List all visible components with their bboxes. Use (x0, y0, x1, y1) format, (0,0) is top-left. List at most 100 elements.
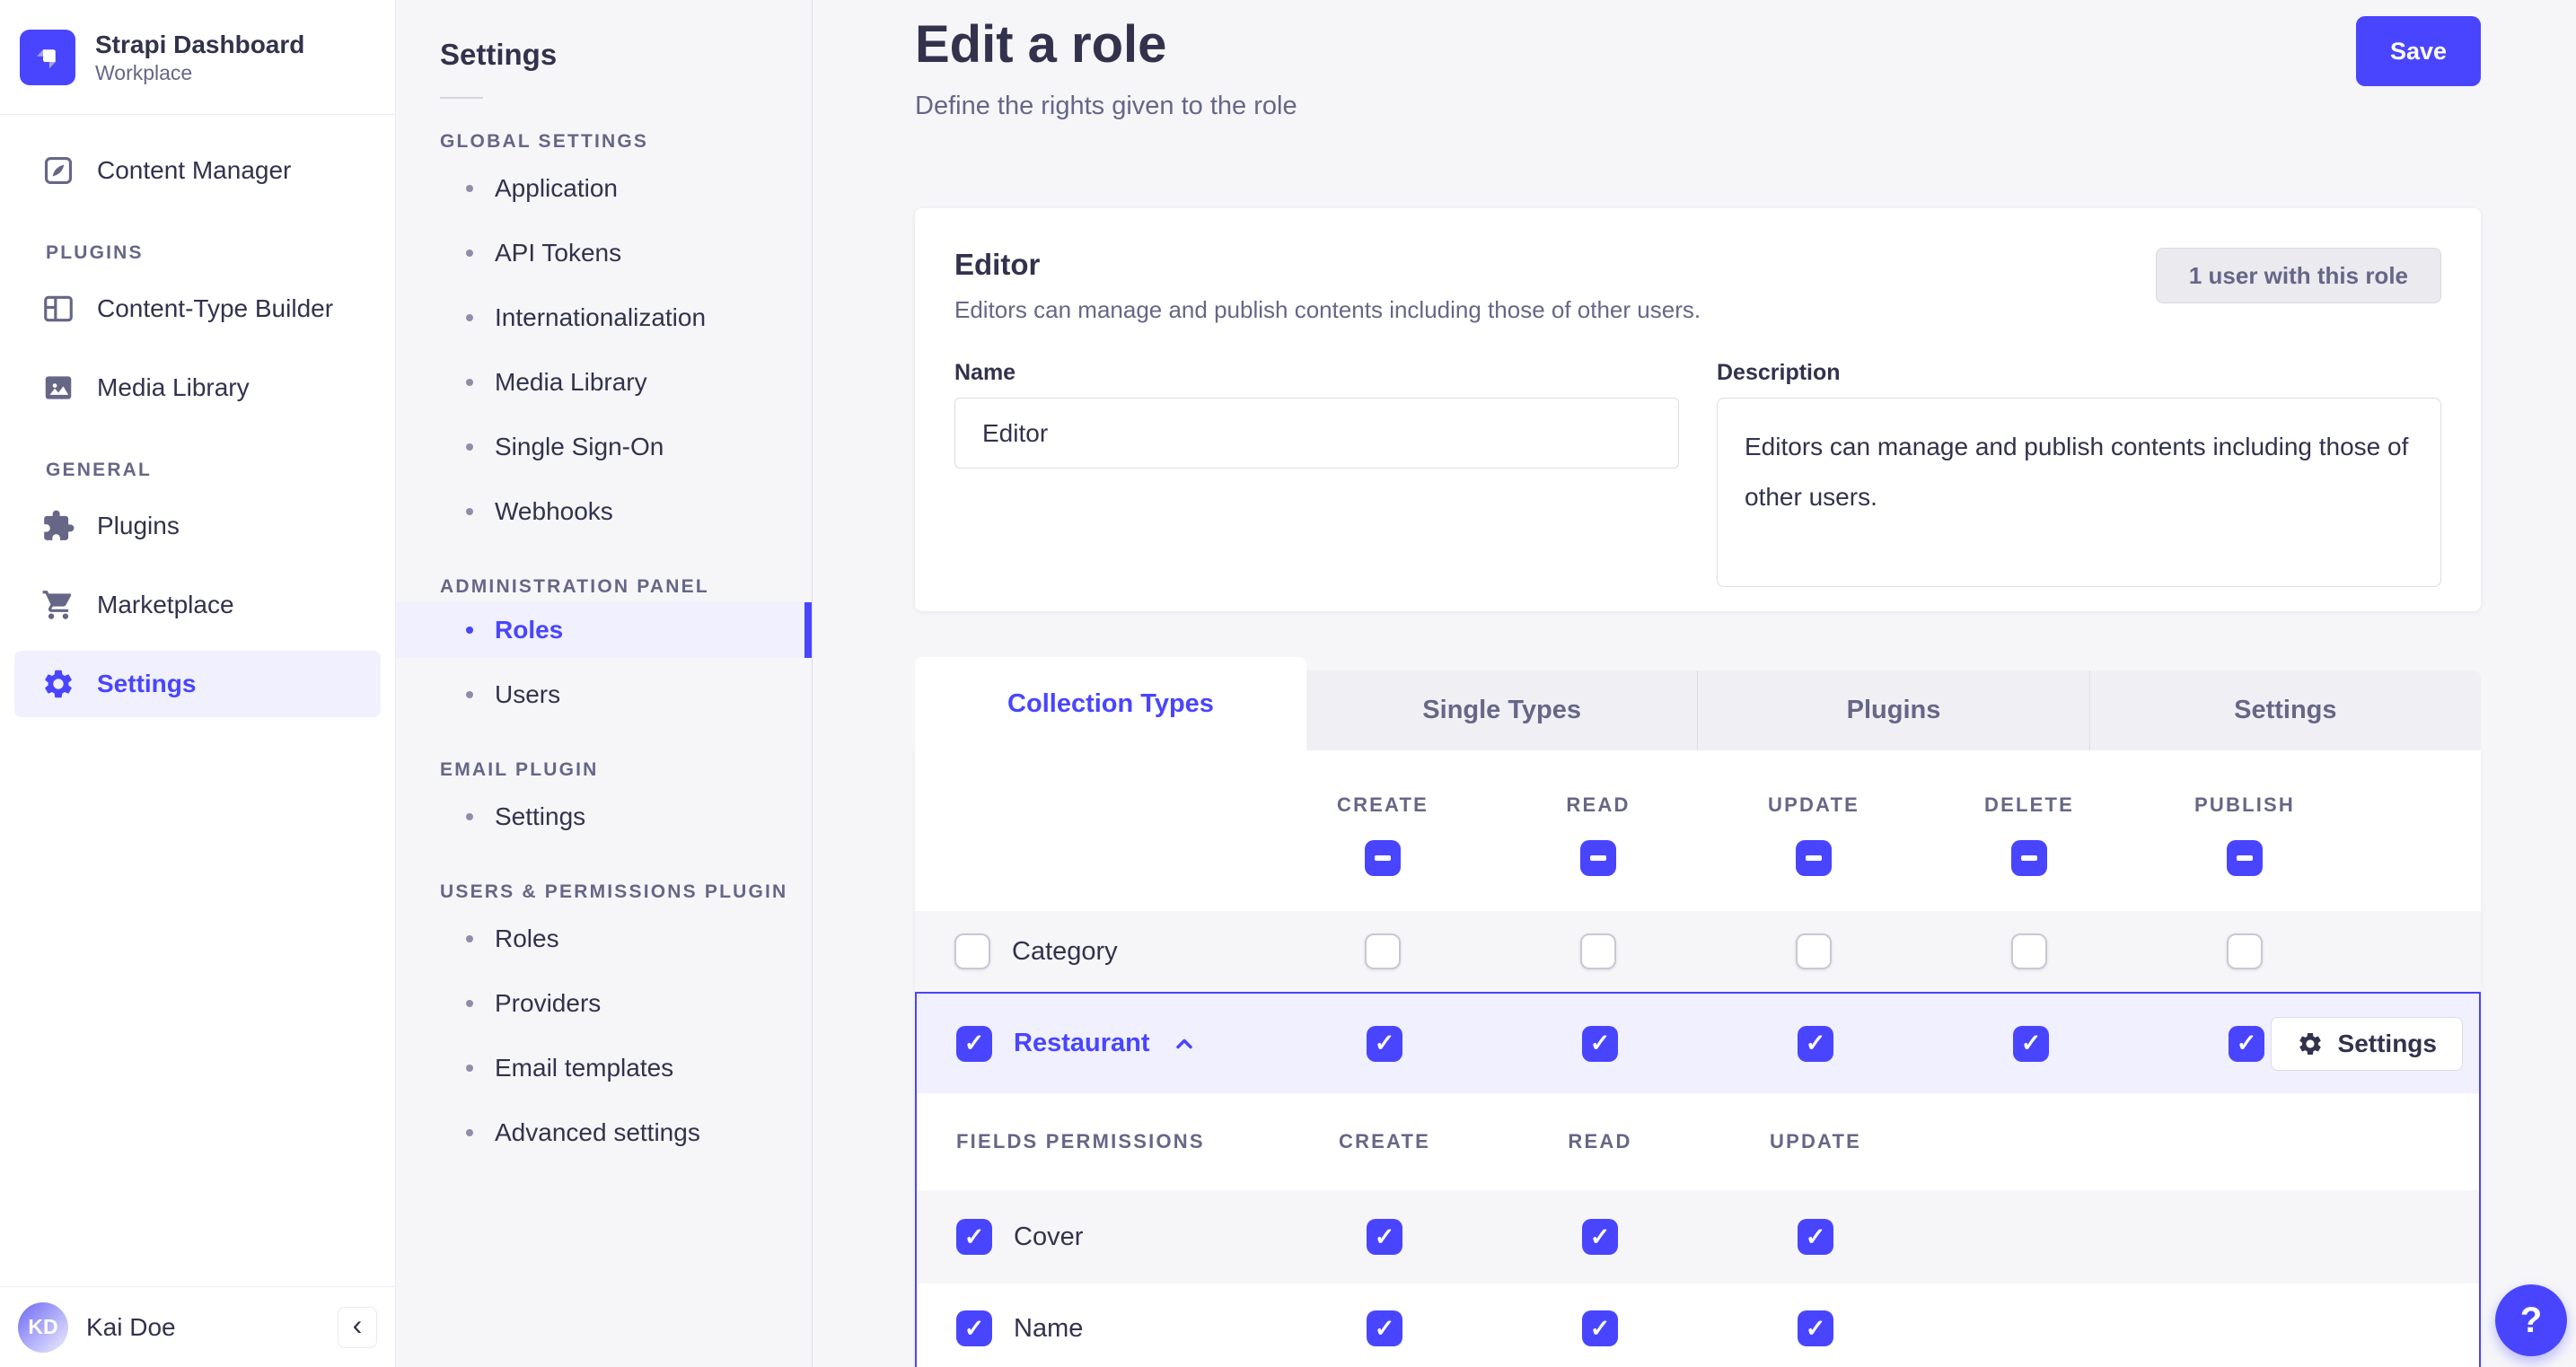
description-field-group: Description Editors can manage and publi… (1717, 360, 2441, 591)
sidebar-item-label: Marketplace (97, 591, 234, 618)
category-create-checkbox[interactable] (1365, 933, 1401, 969)
column-publish: PUBLISH (2137, 786, 2352, 876)
subnav-item-email-settings[interactable]: Settings (396, 784, 812, 849)
cell-create (1277, 1310, 1492, 1346)
image-icon (45, 376, 72, 399)
cover-update-checkbox[interactable] (1798, 1219, 1833, 1255)
name-create-checkbox[interactable] (1367, 1310, 1402, 1346)
subnav-item-email-templates[interactable]: Email templates (396, 1036, 812, 1100)
subnav-item-providers[interactable]: Providers (396, 971, 812, 1036)
tab-collection-types[interactable]: Collection Types (915, 657, 1306, 750)
subnav-item-single-sign-on[interactable]: Single Sign-On (396, 415, 812, 479)
chevron-up-icon[interactable] (1172, 1031, 1197, 1056)
sidebar-item-settings[interactable]: Settings (14, 651, 381, 717)
restaurant-create-checkbox[interactable] (1367, 1025, 1402, 1062)
category-row-checkbox[interactable] (954, 933, 990, 969)
subnav-item-label: Single Sign-On (495, 433, 664, 460)
tab-plugins[interactable]: Plugins (1697, 670, 2088, 750)
subnav-item-up-roles[interactable]: Roles (396, 907, 812, 971)
page-title: Edit a role (915, 15, 1167, 74)
subnav-item-webhooks[interactable]: Webhooks (396, 479, 812, 544)
row-label-cell: Category (915, 933, 1275, 969)
subnav-item-api-tokens[interactable]: API Tokens (396, 221, 812, 285)
nav-row: Content Manager (0, 131, 395, 210)
bullet-icon (466, 185, 473, 192)
subnav-section-users-permissions-plugin: USERS & PERMISSIONS PLUGIN (440, 881, 788, 902)
category-delete-checkbox[interactable] (2011, 933, 2047, 969)
user-name: Kai Doe (86, 1312, 176, 1341)
select-all-create-checkbox[interactable] (1365, 839, 1401, 876)
select-all-publish-checkbox[interactable] (2227, 839, 2263, 876)
column-delete: DELETE (1921, 786, 2137, 876)
category-publish-checkbox[interactable] (2227, 933, 2263, 969)
column-update: UPDATE (1706, 786, 1921, 876)
table-row-restaurant: Restaurant Settings (917, 994, 2479, 1093)
select-all-update-checkbox[interactable] (1796, 839, 1832, 876)
sidebar-item-media-library[interactable]: Media Library (14, 355, 381, 421)
subnav-item-advanced-settings[interactable]: Advanced settings (396, 1100, 812, 1165)
restaurant-delete-checkbox[interactable] (2013, 1025, 2049, 1062)
name-read-checkbox[interactable] (1582, 1310, 1618, 1346)
nav-row: Settings (0, 644, 395, 723)
page-header: Edit a role Define the rights given to t… (915, 0, 2481, 121)
help-button[interactable]: ? (2495, 1284, 2567, 1356)
restaurant-publish-checkbox[interactable] (2229, 1025, 2264, 1062)
sidebar-item-content-manager[interactable]: Content Manager (14, 137, 381, 204)
cover-create-checkbox[interactable] (1367, 1219, 1402, 1255)
role-description-textarea[interactable]: Editors can manage and publish contents … (1717, 398, 2441, 587)
cell-update (1706, 933, 1921, 969)
subnav-item-label: Email templates (495, 1054, 674, 1082)
role-title: Editor (954, 248, 1041, 281)
bullet-icon (466, 1129, 473, 1136)
subnav-item-internationalization[interactable]: Internationalization (396, 285, 812, 350)
fields-permissions-label: FIELDS PERMISSIONS (956, 1130, 1205, 1152)
gear-icon (45, 670, 72, 698)
subnav-item-media-library[interactable]: Media Library (396, 350, 812, 415)
restaurant-read-checkbox[interactable] (1582, 1025, 1618, 1062)
role-description: Editors can manage and publish contents … (954, 296, 1701, 323)
column-create: CREATE (1275, 786, 1490, 876)
restaurant-row-checkbox[interactable] (956, 1025, 992, 1062)
role-name-input[interactable] (954, 398, 1679, 469)
table-row-name: Name (917, 1284, 2479, 1367)
column-label: READ (1566, 793, 1631, 816)
users-with-role-button[interactable]: 1 user with this role (2155, 248, 2441, 303)
subnav-title: Settings (440, 38, 558, 71)
permissions-table: CREATE READ UPDATE DELETE PUBLISH Catego… (915, 750, 2481, 1367)
select-all-delete-checkbox[interactable] (2011, 839, 2047, 876)
divider (440, 97, 483, 99)
tab-single-types[interactable]: Single Types (1306, 670, 1697, 750)
select-all-read-checkbox[interactable] (1580, 839, 1616, 876)
cell-create (1277, 1025, 1492, 1062)
subnav-item-roles-admin[interactable]: Roles (396, 602, 812, 658)
column-read: READ (1490, 786, 1706, 876)
column-label: CREATE (1336, 793, 1429, 816)
description-field-label: Description (1717, 360, 1841, 385)
collapse-sidebar-button[interactable]: ‹ (338, 1306, 377, 1348)
nav-row: Media Library (0, 348, 395, 427)
cover-row-checkbox[interactable] (956, 1219, 992, 1255)
row-label: Name (1014, 1313, 1084, 1343)
sidebar-item-marketplace[interactable]: Marketplace (14, 572, 381, 638)
restaurant-settings-button[interactable]: Settings (2270, 1016, 2463, 1071)
subnav-item-label: Providers (495, 989, 602, 1017)
sidebar-item-content-type-builder[interactable]: Content-Type Builder (14, 276, 381, 342)
restaurant-update-checkbox[interactable] (1798, 1025, 1833, 1062)
subnav-section-administration-panel: ADMINISTRATION PANEL (440, 576, 709, 597)
save-button[interactable]: Save (2355, 16, 2481, 86)
subnav-item-application[interactable]: Application (396, 156, 812, 221)
name-row-checkbox[interactable] (956, 1310, 992, 1346)
tab-settings[interactable]: Settings (2088, 670, 2481, 750)
name-update-checkbox[interactable] (1798, 1310, 1833, 1346)
brand-text: Strapi Dashboard Workplace (95, 30, 304, 85)
sidebar-item-plugins[interactable]: Plugins (14, 493, 381, 559)
subnav-item-users[interactable]: Users (396, 662, 812, 727)
user-bar[interactable]: KD Kai Doe ‹ (0, 1286, 395, 1367)
column-label: UPDATE (1767, 793, 1860, 816)
subnav-item-label: Settings (495, 802, 586, 830)
cover-read-checkbox[interactable] (1582, 1219, 1618, 1255)
fields-column-read: READ (1492, 1130, 1708, 1153)
category-read-checkbox[interactable] (1580, 933, 1616, 969)
workspace-brand[interactable]: Strapi Dashboard Workplace (0, 0, 395, 115)
category-update-checkbox[interactable] (1796, 933, 1832, 969)
